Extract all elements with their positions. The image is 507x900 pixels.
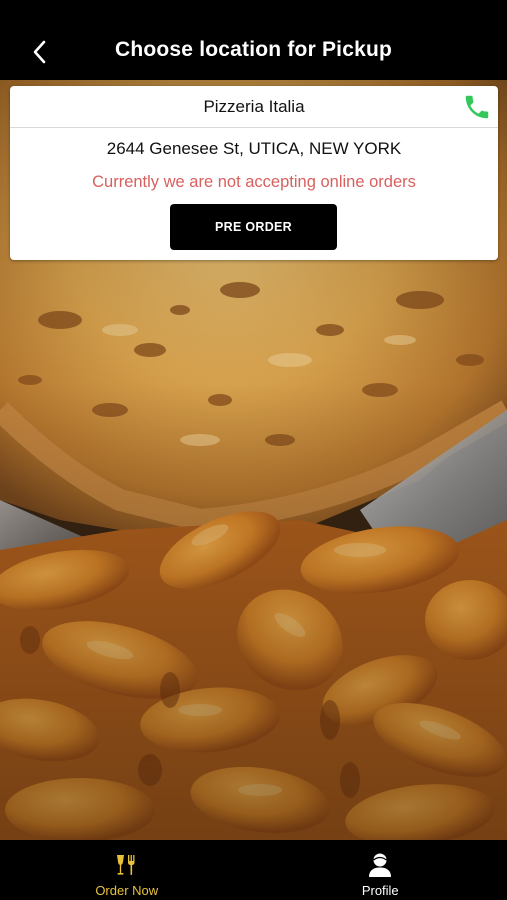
location-address: 2644 Genesee St, UTICA, NEW YORK bbox=[106, 139, 402, 158]
tab-profile-label: Profile bbox=[361, 883, 399, 898]
bottom-tab-bar: Order Now Profile bbox=[0, 840, 507, 900]
call-button[interactable] bbox=[462, 92, 492, 122]
app-screen: Choose location for Pickup Pizzeria Ital… bbox=[0, 0, 507, 900]
pre-order-button[interactable]: PRE ORDER bbox=[170, 204, 337, 250]
location-card[interactable]: Pizzeria Italia 2644 Genesee St, UTICA, … bbox=[10, 86, 498, 260]
order-status-message: Currently we are not accepting online or… bbox=[92, 173, 416, 191]
tab-order-now-label: Order Now bbox=[95, 883, 159, 898]
location-name-row: Pizzeria Italia bbox=[10, 86, 498, 128]
phone-icon bbox=[465, 95, 489, 119]
page-title: Choose location for Pickup bbox=[114, 38, 393, 61]
person-icon bbox=[369, 853, 392, 877]
tab-profile[interactable]: Profile bbox=[254, 840, 507, 900]
tab-order-now[interactable]: Order Now bbox=[0, 840, 254, 900]
fork-knife-icon bbox=[116, 855, 135, 875]
header: Choose location for Pickup bbox=[0, 0, 507, 80]
location-name: Pizzeria Italia bbox=[203, 97, 305, 116]
